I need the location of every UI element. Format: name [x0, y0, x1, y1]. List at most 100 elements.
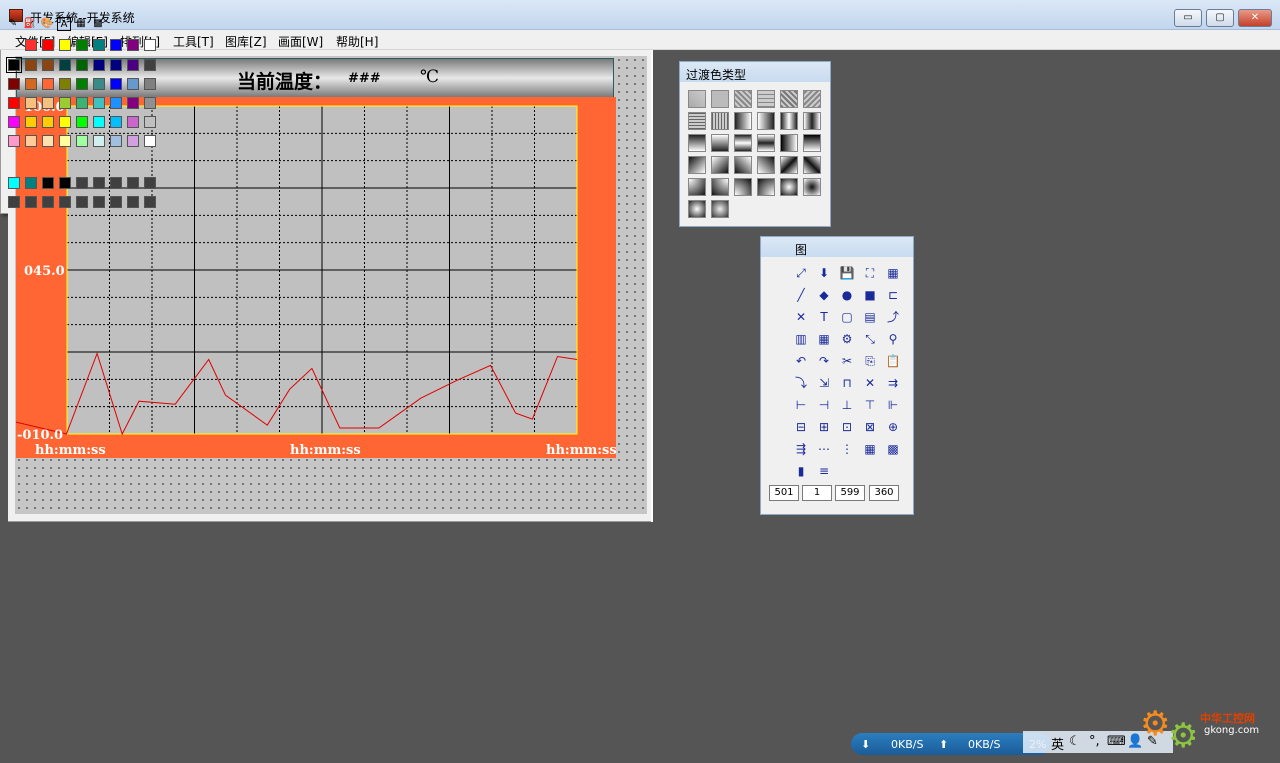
gradient-type-button[interactable] — [803, 178, 821, 196]
color-swatch[interactable] — [127, 135, 139, 147]
tool-line-icon[interactable]: ⊟ — [793, 419, 809, 435]
tool-misc-icon[interactable]: ⇉ — [885, 375, 901, 391]
gradient-type-button[interactable] — [757, 134, 775, 152]
color-swatch[interactable] — [127, 78, 139, 90]
toolbox-panel[interactable]: 图 ⤢ ⬇ 💾 ⛶ ▦ ╱ ◆ ● ■ ⊏ ✕ T ▢ ▤ ⤴ ▥ ▦ ⚙ ⤡ ⚲ ↶ ↷ ✂ ⎘ 📋 ⤵ ⇲ ⊓ ✕ ⇉ ⊢ ⊣ ⊥ ⊤ ⊩ ⊟ ⊞ ⊡… — [760, 236, 914, 515]
gradient-type-button[interactable] — [780, 90, 798, 108]
gradient-type-button[interactable] — [803, 112, 821, 130]
gradient-type-button[interactable] — [734, 134, 752, 152]
tool-text-icon[interactable]: ▢ — [839, 309, 855, 325]
color-swatch[interactable] — [25, 59, 37, 71]
tool-line-icon[interactable]: ⊢ — [793, 397, 809, 413]
tool-text-icon[interactable]: ⊓ — [839, 375, 855, 391]
color-swatch[interactable] — [42, 59, 54, 71]
custom-color-swatch[interactable] — [25, 196, 37, 208]
gradient-type-button[interactable] — [688, 156, 706, 174]
tool-line-icon[interactable]: ✕ — [793, 309, 809, 325]
gradient-type-button[interactable] — [757, 156, 775, 174]
tool-shape-icon[interactable]: T — [816, 309, 832, 325]
color-swatch[interactable] — [110, 97, 122, 109]
gradient-type-button[interactable] — [688, 112, 706, 130]
tool-misc-icon[interactable]: ⊕ — [885, 419, 901, 435]
color-swatch[interactable] — [8, 135, 20, 147]
gradient-type-button[interactable] — [734, 178, 752, 196]
custom-color-swatch[interactable] — [59, 196, 71, 208]
color-swatch[interactable] — [59, 97, 71, 109]
gradient-type-button[interactable] — [688, 200, 706, 218]
gradient-type-button[interactable] — [711, 112, 729, 130]
color-swatch[interactable] — [59, 116, 71, 128]
gradient-type-button[interactable] — [780, 156, 798, 174]
custom-color-swatch[interactable] — [110, 177, 122, 189]
color-swatch[interactable] — [42, 78, 54, 90]
tool-shape-icon[interactable]: ⊞ — [816, 419, 832, 435]
color-swatch[interactable] — [25, 135, 37, 147]
tool-text-icon[interactable]: ● — [839, 287, 855, 303]
gradient-type-button[interactable] — [688, 134, 706, 152]
color-swatch[interactable] — [76, 116, 88, 128]
menu-screen[interactable]: 画面[W] — [278, 33, 323, 50]
custom-color-swatch[interactable] — [127, 196, 139, 208]
custom-color-swatch[interactable] — [25, 177, 37, 189]
coord-y[interactable]: 1 — [802, 485, 832, 501]
color-swatch[interactable] — [110, 78, 122, 90]
color-swatch[interactable] — [76, 135, 88, 147]
gradient-type-button[interactable] — [734, 156, 752, 174]
color-swatch[interactable] — [127, 116, 139, 128]
tool-misc-icon[interactable]: ⊏ — [885, 287, 901, 303]
gradient-type-button[interactable] — [780, 112, 798, 130]
menu-help[interactable]: 帮助[H] — [336, 33, 378, 50]
custom-color-swatch[interactable] — [76, 177, 88, 189]
color-swatch[interactable] — [93, 59, 105, 71]
color-swatch[interactable] — [8, 97, 20, 109]
color-swatch[interactable] — [93, 97, 105, 109]
color-swatch[interactable] — [59, 39, 71, 51]
network-monitor[interactable]: ⬇ 0KB/S ⬆ 0KB/S 2% — [851, 733, 1051, 755]
color-swatch[interactable] — [144, 97, 156, 109]
color-swatch[interactable] — [25, 97, 37, 109]
custom-color-swatch[interactable] — [110, 196, 122, 208]
color-swatch[interactable] — [25, 78, 37, 90]
tool-misc-icon[interactable]: 📋 — [885, 353, 901, 369]
color-swatch[interactable] — [110, 116, 122, 128]
tool-shape-icon[interactable]: ⊣ — [816, 397, 832, 413]
trend-chart[interactable]: 100.0 045.0 -010.0 hh:mm:ss hh:mm:ss hh:… — [16, 97, 617, 458]
gradient-type-button[interactable] — [757, 90, 775, 108]
tool-image-icon[interactable]: ■ — [862, 287, 878, 303]
gradient-type-button[interactable] — [803, 156, 821, 174]
tool-misc-icon[interactable]: ⚲ — [885, 331, 901, 347]
tool-text-icon[interactable]: ⚙ — [839, 331, 855, 347]
pen-icon[interactable]: ✎ — [6, 17, 20, 31]
color-swatch[interactable] — [144, 39, 156, 51]
tool-text-icon[interactable]: ⊡ — [839, 419, 855, 435]
gradient-type-button[interactable] — [711, 200, 729, 218]
close-button[interactable]: ✕ — [1238, 9, 1272, 27]
color-swatch[interactable] — [6, 57, 22, 73]
tool-text-icon[interactable]: ⋮ — [839, 441, 855, 457]
tool-text-icon[interactable]: ⊥ — [839, 397, 855, 413]
color-swatch[interactable] — [76, 59, 88, 71]
gradient-type-button[interactable] — [688, 90, 706, 108]
tool-image-icon[interactable]: ✕ — [862, 375, 878, 391]
gradient-type-button[interactable] — [780, 134, 798, 152]
custom-color-swatch[interactable] — [93, 196, 105, 208]
tool-misc-icon[interactable]: ⊩ — [885, 397, 901, 413]
custom-color-swatch[interactable] — [127, 177, 139, 189]
tool-line-icon[interactable]: ↶ — [793, 353, 809, 369]
tool-line-icon[interactable]: ⤵ — [793, 375, 809, 391]
tool-line-icon[interactable]: ▥ — [793, 331, 809, 347]
ime-language[interactable]: 英 — [1051, 734, 1064, 753]
custom-color-swatch[interactable] — [144, 196, 156, 208]
gradient-type-button[interactable] — [711, 156, 729, 174]
color-swatch[interactable] — [76, 78, 88, 90]
color-swatch[interactable] — [42, 97, 54, 109]
tool-shape-icon[interactable]: ⇲ — [816, 375, 832, 391]
gradient-type-panel[interactable]: 过渡色类型 — [679, 61, 831, 227]
color-swatch[interactable] — [59, 59, 71, 71]
tool-misc-icon[interactable]: ▦ — [885, 265, 901, 281]
tool-line-icon[interactable]: ╱ — [793, 287, 809, 303]
tool-image-icon[interactable]: ⤡ — [862, 331, 878, 347]
gradient-type-button[interactable] — [688, 178, 706, 196]
gradient-type-button[interactable] — [757, 178, 775, 196]
coord-x[interactable]: 501 — [769, 485, 799, 501]
